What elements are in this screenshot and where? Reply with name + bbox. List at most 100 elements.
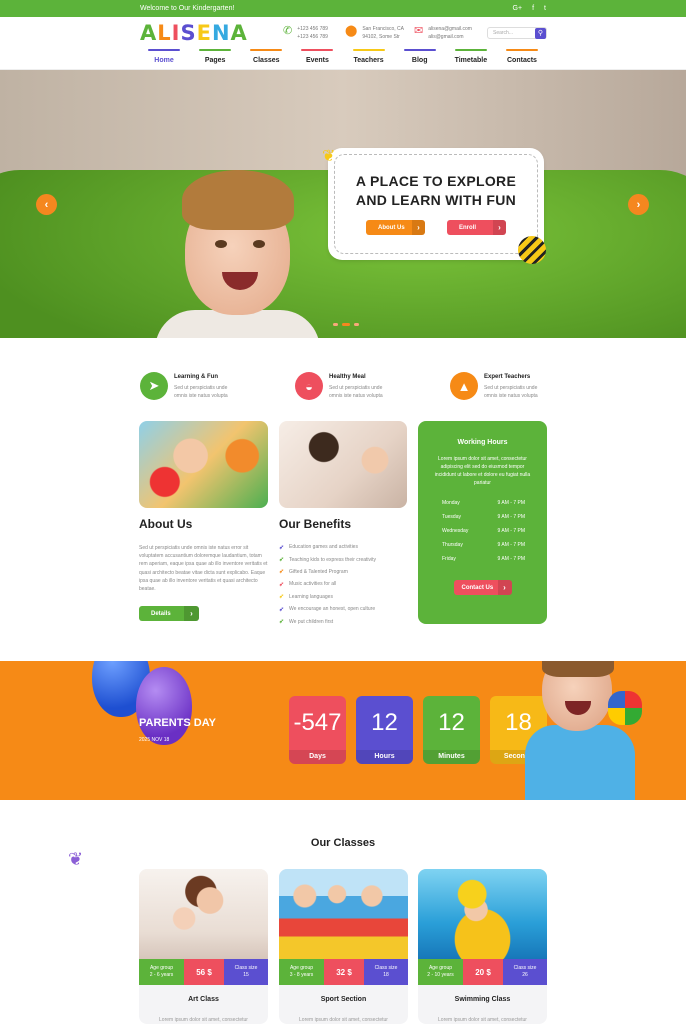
logo-letter: E [196, 21, 212, 45]
email-1[interactable]: alisena@gmail.com [428, 25, 472, 33]
slider-dot[interactable] [354, 323, 359, 326]
hours-time: 9 AM - 7 PM [497, 556, 525, 562]
chevron-right-icon: › [493, 220, 506, 235]
contact-us-label: Contact Us [461, 584, 494, 591]
working-hours-panel: Working Hours Lorem ipsum dolor sit amet… [418, 421, 547, 624]
class-price: 56 $ [184, 959, 224, 985]
feature-text-line: omnis iste natus volupta [329, 393, 383, 399]
table-row: Wednesday 9 AM - 7 PM [418, 524, 547, 538]
details-button[interactable]: Details › [139, 606, 199, 621]
google-plus-icon[interactable]: G+ [513, 5, 523, 12]
slider-dot[interactable] [333, 323, 338, 326]
hours-day: Monday [442, 500, 460, 506]
rocket-icon: ➶ [279, 619, 285, 626]
size-value: 18 [383, 972, 389, 978]
age-label: Age group [289, 965, 314, 971]
class-photo [418, 869, 547, 959]
hours-day: Friday [442, 556, 456, 562]
nav-events[interactable]: Events [293, 49, 341, 69]
slider-prev-arrow[interactable]: ‹ [36, 194, 57, 215]
logo-letter: L [157, 21, 172, 45]
class-name[interactable]: Art Class [139, 996, 268, 1003]
top-bar: Welcome to Our Kindergarten! G+ f t [0, 0, 686, 17]
class-card-art[interactable]: Age group 2 - 6 years 56 $ Class size 15 A… [139, 869, 268, 1024]
features-row: ➤ Learning & Fun Sed ut perspiciatis unde… [140, 372, 546, 400]
class-price: 32 $ [324, 959, 364, 985]
address-2: 94102, Some Str [362, 34, 400, 40]
class-photo [139, 869, 268, 959]
feature-title: Expert Teachers [484, 374, 531, 380]
benefit-text: Learning languages [289, 593, 333, 600]
email-info: ✉ alisena@gmail.com alis@gmail.com [414, 25, 472, 41]
graduation-cap-icon: ▲ [450, 372, 478, 400]
nav-contacts[interactable]: Contacts [498, 49, 546, 69]
chevron-right-icon: › [412, 220, 425, 235]
search-icon[interactable]: ⚲ [535, 27, 546, 39]
slider-dot[interactable] [342, 323, 350, 326]
twitter-icon[interactable]: t [544, 5, 546, 12]
search-input[interactable]: Search... [493, 30, 513, 36]
phone-info: ✆ +123 456 789 +123 456 789 [283, 25, 328, 41]
class-card-sport[interactable]: Age group 3 - 8 years 32 $ Class size 18 S… [279, 869, 408, 1024]
rocket-icon: ➶ [279, 594, 285, 601]
details-label: Details [151, 610, 171, 617]
facebook-icon[interactable]: f [532, 5, 534, 12]
size-label: Class size [374, 965, 398, 971]
event-title: PARENTS DAY [139, 717, 217, 729]
hero-caption-box: A PLACE TO EXPLORE AND LEARN WITH FUN Abo… [330, 150, 542, 258]
location-pin-icon: ⬤ [345, 25, 358, 37]
countdown-value: -547 [293, 709, 342, 736]
feature-teachers: ▲ Expert Teachers Sed ut perspiciatis und… [450, 372, 546, 400]
countdown-days: -547 Days [289, 696, 346, 764]
feature-text: Sed ut perspiciatis unde omnis iste natus… [174, 384, 228, 400]
about-title: About Us [139, 517, 193, 531]
list-item: ➶ We encourage an honest, open culture [279, 603, 414, 615]
site-logo[interactable]: ALISENA [140, 21, 248, 45]
countdown-label: Hours [356, 750, 413, 764]
class-card-swimming[interactable]: Age group 2 - 10 years 20 $ Class size 26 … [418, 869, 547, 1024]
feature-learning: ➤ Learning & Fun Sed ut perspiciatis unde… [140, 372, 280, 400]
benefit-text: Gifted & Talented Program [289, 568, 348, 575]
nav-blog[interactable]: Blog [396, 49, 444, 69]
class-name[interactable]: Swimming Class [418, 996, 547, 1003]
balloon-image [136, 667, 192, 745]
size-label: Class size [513, 965, 537, 971]
hero-title: A PLACE TO EXPLORE AND LEARN WITH FUN [330, 172, 542, 210]
rocket-icon: ➶ [279, 569, 285, 576]
table-row: Tuesday 9 AM - 7 PM [418, 510, 547, 524]
nav-pages[interactable]: Pages [191, 49, 239, 69]
event-countdown-section: PARENTS DAY 2025 NOV 18 -547 Days 12 Hours… [0, 661, 686, 800]
table-row: Thursday 9 AM - 7 PM [418, 538, 547, 552]
feature-meal: ◒ Healthy Meal Sed ut perspiciatis unde om… [295, 372, 435, 400]
enroll-button[interactable]: Enroll › [447, 220, 506, 235]
chevron-right-icon: › [497, 580, 512, 595]
countdown-hours: 12 Hours [356, 696, 413, 764]
feature-text-line: omnis iste natus volupta [484, 393, 538, 399]
envelope-icon: ✉ [414, 25, 424, 37]
event-date: 2025 NOV 18 [139, 737, 170, 743]
class-text: Lorem ipsum dolor sit amet, consectetur [159, 1017, 248, 1023]
list-item: ➶ Music activities for all [279, 578, 414, 590]
contact-us-button[interactable]: Contact Us › [453, 580, 512, 595]
logo-letter: S [180, 21, 197, 45]
table-row: Monday 9 AM - 7 PM [418, 496, 547, 510]
hours-time: 9 AM - 7 PM [497, 542, 525, 548]
class-name[interactable]: Sport Section [279, 996, 408, 1003]
rocket-icon: ➶ [279, 581, 285, 588]
about-us-button[interactable]: About Us › [366, 220, 425, 235]
nav-classes[interactable]: Classes [242, 49, 290, 69]
countdown-label: Days [289, 750, 346, 764]
hero-slider: ‹ › A PLACE TO EXPLORE AND LEARN WITH FUN… [0, 70, 686, 338]
table-row: Friday 9 AM - 7 PM [418, 552, 547, 566]
slider-next-arrow[interactable]: › [628, 194, 649, 215]
email-2[interactable]: alis@gmail.com [428, 33, 472, 41]
age-label: Age group [428, 965, 453, 971]
hours-day: Thursday [442, 542, 463, 548]
logo-letter: A [140, 21, 158, 45]
nav-teachers[interactable]: Teachers [345, 49, 393, 69]
logo-letter: N [211, 21, 231, 45]
nav-timetable[interactable]: Timetable [447, 49, 495, 69]
countdown-minutes: 12 Minutes [423, 696, 480, 764]
feature-text-line: Sed ut perspiciatis unde [174, 385, 228, 391]
nav-home[interactable]: Home [140, 49, 188, 69]
